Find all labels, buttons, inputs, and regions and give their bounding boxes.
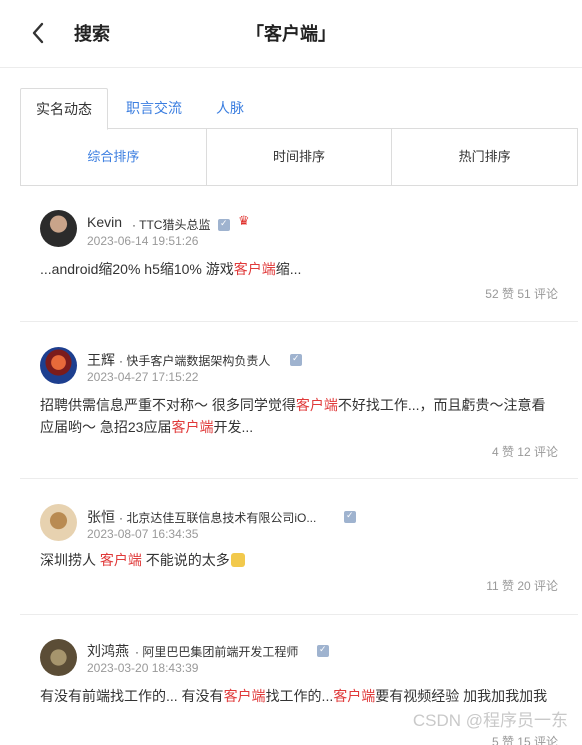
author-name[interactable]: 张恒 <box>87 507 115 527</box>
top-bar: 搜索 「客户端」 <box>0 0 582 68</box>
sort-by-popularity[interactable]: 热门排序 <box>392 129 577 185</box>
post-content[interactable]: 有没有前端找工作的... 有没有客户端找工作的...客户端要有视频经验 加我加我… <box>40 685 558 707</box>
crown-icon: ♛ <box>238 213 250 228</box>
content-text: ...android缩20% h5缩10% 游戏 <box>40 261 234 277</box>
post-time: 2023-06-14 19:51:26 <box>87 234 199 248</box>
content-text: 深圳捞人 <box>40 552 100 568</box>
post-time: 2023-03-20 18:43:39 <box>87 661 199 675</box>
verified-icon <box>290 353 302 366</box>
author-name[interactable]: Kevin <box>87 214 122 230</box>
post-card[interactable]: 刘鸿燕 · 阿里巴巴集团前端开发工程师 2023-03-20 18:43:39 … <box>20 615 578 745</box>
post-content[interactable]: 招聘供需信息严重不对称～ 很多同学觉得客户端不好找工作...，而且虧贵～注意看应… <box>40 394 558 438</box>
verified-icon <box>317 644 329 657</box>
sort-bar: 综合排序 时间排序 热门排序 <box>20 129 578 186</box>
post-card[interactable]: 张恒 · 北京达佳互联信息技术有限公司iO... 2023-08-07 16:3… <box>20 479 578 615</box>
content-text: 找工作的... <box>265 688 334 704</box>
avatar[interactable] <box>40 347 77 384</box>
keyword-highlight: 客户端 <box>333 688 376 704</box>
back-button[interactable] <box>24 18 54 48</box>
author-title: · TTC猎头总监 <box>132 218 211 232</box>
keyword-highlight: 客户端 <box>223 688 266 704</box>
tab-workplace-talk[interactable]: 职言交流 <box>112 88 196 130</box>
author-title: · 快手客户端数据架构负责人 <box>119 354 271 368</box>
post-stats: 52 赞 51 评论 <box>485 287 558 301</box>
verified-icon <box>344 510 356 523</box>
content-text: 不能说的太多 <box>141 552 230 568</box>
content-text: 要有视频经验 加我加我加我 <box>375 688 548 704</box>
avatar[interactable] <box>40 639 77 676</box>
post-stats: 11 赞 20 评论 <box>486 579 558 593</box>
sort-comprehensive[interactable]: 综合排序 <box>21 129 207 185</box>
verified-icon <box>218 218 230 231</box>
post-time: 2023-04-27 17:15:22 <box>87 370 199 384</box>
keyword-highlight: 客户端 <box>295 397 338 413</box>
keyword-highlight: 客户端 <box>233 261 276 277</box>
sort-by-time[interactable]: 时间排序 <box>207 129 393 185</box>
author-name[interactable]: 刘鸿燕 <box>87 641 129 661</box>
keyword-highlight: 客户端 <box>99 552 142 568</box>
content-tabs: 实名动态 职言交流 人脉 <box>20 88 578 130</box>
author-title: · 北京达佳互联信息技术有限公司iO... <box>119 511 317 525</box>
post-stats: 5 赞 15 评论 <box>491 735 558 745</box>
tab-connections[interactable]: 人脉 <box>200 88 260 130</box>
content-text: 缩... <box>275 261 302 277</box>
tab-real-name-feed[interactable]: 实名动态 <box>20 88 108 130</box>
emoji-icon <box>230 553 245 567</box>
avatar[interactable] <box>40 210 77 247</box>
post-content[interactable]: 深圳捞人 客户端 不能说的太多 <box>40 549 558 571</box>
chevron-left-icon <box>32 22 44 44</box>
content-text: 有没有前端找工作的... 有没有 <box>40 688 224 704</box>
keyword-highlight: 客户端 <box>171 419 214 435</box>
content-text: 开发... <box>213 419 254 435</box>
post-card[interactable]: 王辉 · 快手客户端数据架构负责人 2023-04-27 17:15:22 招聘… <box>20 322 578 479</box>
page-title: 搜索 <box>74 24 110 44</box>
author-name[interactable]: 王辉 <box>87 350 115 370</box>
post-time: 2023-08-07 16:34:35 <box>87 527 199 541</box>
author-title: · 阿里巴巴集团前端开发工程师 <box>135 645 299 659</box>
content-text: 招聘供需信息严重不对称～ 很多同学觉得 <box>40 397 296 413</box>
avatar[interactable] <box>40 504 77 541</box>
post-card[interactable]: Kevin · TTC猎头总监 ♛ 2023-06-14 19:51:26 ..… <box>20 186 578 322</box>
post-feed: Kevin · TTC猎头总监 ♛ 2023-06-14 19:51:26 ..… <box>20 186 578 745</box>
post-stats: 4 赞 12 评论 <box>491 445 558 459</box>
post-content[interactable]: ...android缩20% h5缩10% 游戏客户端缩... <box>40 258 558 280</box>
